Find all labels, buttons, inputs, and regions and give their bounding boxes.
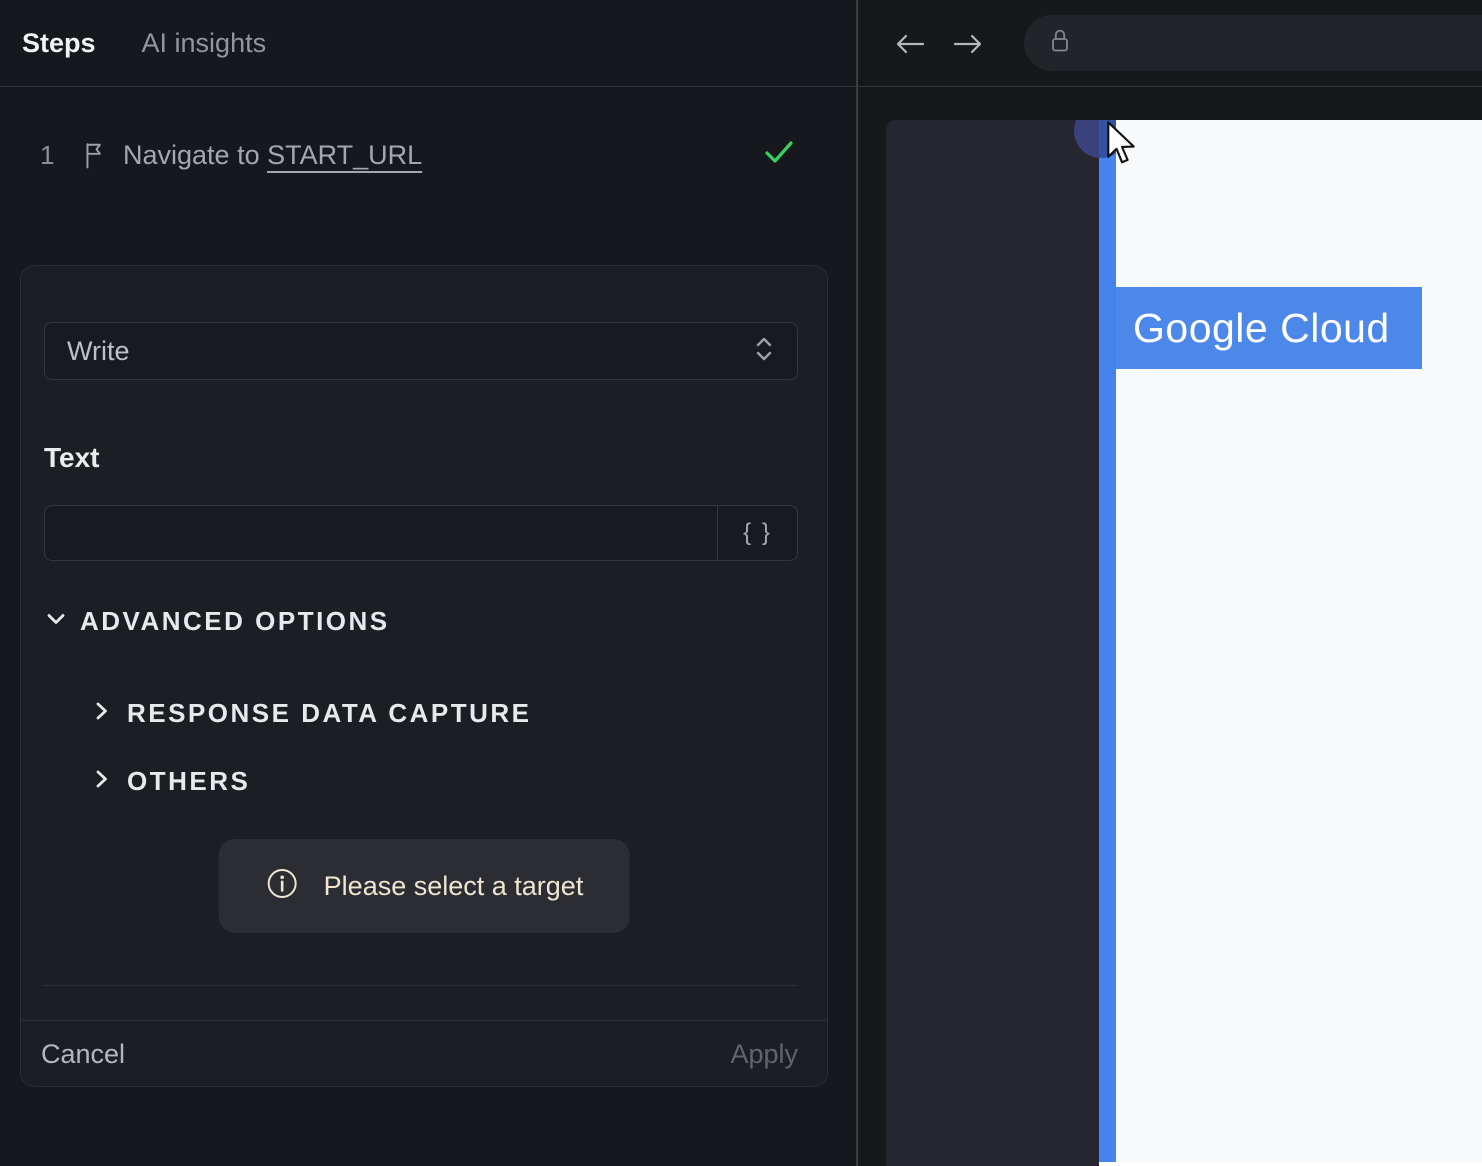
select-target-notice: Please select a target [218, 839, 630, 933]
arrow-right-icon [953, 34, 982, 54]
chevron-down-icon [44, 607, 68, 636]
steps-panel: Steps AI insights 1 Navigate to START_UR… [0, 0, 858, 1166]
action-select[interactable]: Write [44, 322, 798, 380]
chevron-right-icon [91, 767, 113, 796]
text-input-group: { } [44, 505, 798, 561]
cursor-icon [1100, 120, 1138, 171]
insert-variable-button[interactable]: { } [717, 506, 797, 560]
element-highlight-stripe[interactable] [1099, 120, 1116, 1162]
step-start-url-link[interactable]: START_URL [267, 140, 422, 170]
action-select-value: Write [67, 335, 130, 366]
tab-ai-insights[interactable]: AI insights [142, 28, 267, 59]
browser-back-button[interactable] [893, 31, 927, 60]
chevron-up-down-icon [753, 333, 775, 370]
step-editor-card: Write Text { } ADVANCED OPTIONS RESPONSE… [20, 265, 828, 1087]
text-input[interactable] [45, 506, 717, 560]
cancel-button[interactable]: Cancel [41, 1039, 125, 1070]
editor-footer: Cancel Apply [21, 1020, 827, 1088]
tab-steps[interactable]: Steps [22, 28, 96, 59]
browser-preview-panel: Google Cloud [858, 0, 1482, 1166]
card-divider [43, 985, 797, 986]
app-root: Steps AI insights 1 Navigate to START_UR… [0, 0, 1482, 1166]
text-field-label: Text [44, 442, 100, 473]
flag-icon [82, 141, 123, 169]
response-data-capture-label: RESPONSE DATA CAPTURE [127, 698, 532, 728]
browser-toolbar [858, 0, 1482, 87]
step-item[interactable]: 1 Navigate to START_URL [0, 137, 856, 173]
advanced-options-label: ADVANCED OPTIONS [80, 606, 390, 636]
response-data-capture-toggle[interactable]: RESPONSE DATA CAPTURE [91, 698, 532, 729]
step-number: 1 [40, 139, 55, 170]
site-page-body [1116, 120, 1482, 1162]
advanced-options-toggle[interactable]: ADVANCED OPTIONS [44, 606, 390, 637]
site-sidebar [886, 120, 1099, 1166]
lock-icon [1046, 25, 1074, 62]
url-bar[interactable] [1024, 15, 1482, 71]
brand-text: Google Cloud [1133, 304, 1390, 351]
info-icon [265, 866, 300, 906]
apply-button[interactable]: Apply [730, 1039, 798, 1070]
site-page-bottom-strip [1099, 1162, 1482, 1166]
panel-tabs: Steps AI insights [0, 0, 856, 87]
browser-forward-button[interactable] [951, 31, 985, 60]
check-icon [763, 137, 795, 172]
page-viewport: Google Cloud [858, 120, 1482, 1166]
step-label: Navigate to START_URL [123, 140, 422, 171]
step-label-text: Navigate to [123, 139, 260, 170]
brand-highlight-banner[interactable]: Google Cloud [1116, 287, 1422, 369]
chevron-right-icon [91, 699, 113, 728]
arrow-left-icon [896, 34, 925, 54]
others-label: OTHERS [127, 766, 251, 796]
others-toggle[interactable]: OTHERS [91, 766, 250, 797]
select-target-notice-text: Please select a target [323, 870, 584, 901]
